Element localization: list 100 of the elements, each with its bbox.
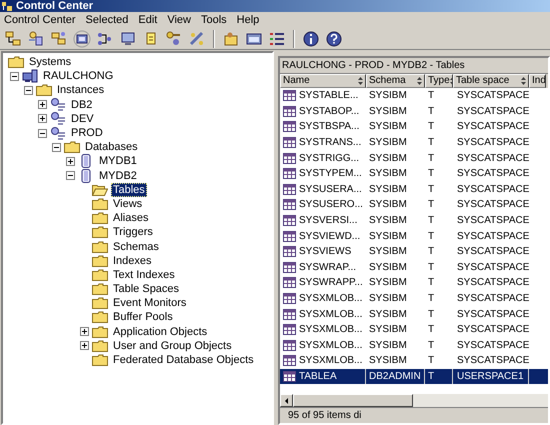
table-row[interactable]: SYSXMLOB... SYSIBM T SYSCATSPACE <box>280 290 548 306</box>
column-header[interactable]: Table space <box>453 74 529 88</box>
collapse-icon[interactable] <box>24 86 32 95</box>
tree-item[interactable]: Buffer Pools <box>111 310 175 324</box>
tree-item[interactable]: Application Objects <box>111 324 210 339</box>
table-icon <box>283 137 296 148</box>
table-row[interactable]: SYSUSERO... SYSIBM T SYSCATSPACE <box>280 197 548 213</box>
tools-icon[interactable] <box>188 30 206 48</box>
table-row[interactable]: SYSTBSPA... SYSIBM T SYSCATSPACE <box>280 119 548 135</box>
table-cell-text: SYSVIEWS <box>299 245 352 260</box>
object-path-header: RAULCHONG - PROD - MYDB2 - Tables <box>280 58 548 74</box>
info-icon[interactable] <box>302 30 320 48</box>
tree-item[interactable]: Table Spaces <box>111 282 182 296</box>
tree-item[interactable]: PROD <box>69 126 105 140</box>
table-cell-text: SYSIBM <box>369 89 407 104</box>
table-cell-text: T <box>428 136 434 150</box>
tree-item[interactable]: Event Monitors <box>111 296 188 310</box>
table-cell-text: T <box>428 338 434 353</box>
tree-item[interactable]: Systems <box>27 55 74 70</box>
tree-item[interactable]: Tables <box>111 182 147 197</box>
tree-item[interactable]: DB2 <box>69 98 94 112</box>
collapse-icon[interactable] <box>66 171 74 180</box>
table-cell-text: SYSCATSPACE <box>457 182 529 197</box>
scroll-thumb[interactable] <box>293 394 413 407</box>
expand-icon[interactable] <box>66 156 74 166</box>
column-header[interactable]: Ind <box>529 74 546 88</box>
table-row[interactable]: SYSTRIGG... SYSIBM T SYSCATSPACE <box>280 150 548 166</box>
table-cell-text: T <box>428 198 434 212</box>
collapse-icon[interactable] <box>38 128 46 138</box>
folder-icon <box>92 254 108 267</box>
column-header[interactable]: Name <box>280 74 366 88</box>
computer-icon <box>22 69 38 84</box>
table-cell-text: T <box>428 276 434 290</box>
table-row[interactable]: SYSXMLOB... SYSIBM T SYSCATSPACE <box>280 322 548 338</box>
menu-item[interactable]: Edit <box>138 13 158 27</box>
scroll-left-button[interactable] <box>280 394 293 407</box>
network-icon[interactable] <box>27 30 45 48</box>
folders-icon[interactable] <box>50 30 68 48</box>
tree-item[interactable]: Indexes <box>111 254 154 268</box>
tree-item[interactable]: Text Indexes <box>111 268 177 282</box>
folder-icon <box>92 226 108 238</box>
table-cell-text: T <box>428 323 434 338</box>
tree-item[interactable]: User and Group Objects <box>111 338 234 353</box>
monitor-icon[interactable] <box>119 30 137 48</box>
table-cell-text: SYSIBM <box>369 136 407 150</box>
tree-item[interactable]: Databases <box>83 140 140 154</box>
column-header[interactable]: Type <box>425 74 453 88</box>
table-row[interactable]: SYSWRAP... SYSIBM T SYSCATSPACE <box>280 260 548 276</box>
table-row[interactable]: SYSWRAPP... SYSIBM T SYSCATSPACE <box>280 275 548 291</box>
user-folder-icon[interactable] <box>222 30 240 48</box>
table-row[interactable]: SYSTABOP... SYSIBM T SYSCATSPACE <box>280 104 548 120</box>
table-row[interactable]: SYSUSERA... SYSIBM T SYSCATSPACE <box>280 182 548 198</box>
expand-icon[interactable] <box>80 327 88 336</box>
menu-item[interactable]: Tools <box>200 13 227 27</box>
table-row[interactable]: SYSVERSI... SYSIBM T SYSCATSPACE <box>280 212 548 228</box>
tree-item[interactable]: Triggers <box>111 225 155 240</box>
collapse-icon[interactable] <box>10 72 18 81</box>
tree-item[interactable]: Schemas <box>111 240 161 254</box>
table-row[interactable]: SYSTABLE... SYSIBM T SYSCATSPACE <box>280 88 548 104</box>
tree-item[interactable]: Aliases <box>111 211 150 226</box>
expand-icon[interactable] <box>38 114 46 124</box>
table-row[interactable]: SYSXMLOB... SYSIBM T SYSCATSPACE <box>280 353 548 369</box>
horizontal-scrollbar[interactable] <box>280 394 548 407</box>
table-row[interactable]: SYSVIEWD... SYSIBM T SYSCATSPACE <box>280 228 548 244</box>
column-header[interactable]: Schema <box>366 74 425 88</box>
key-user-icon[interactable] <box>165 30 183 48</box>
table-icon <box>283 370 296 382</box>
menu-item[interactable]: View <box>167 13 191 27</box>
table-row[interactable]: TABLEA DB2ADMIN T USERSPACE1 <box>280 368 548 384</box>
folder-tree-icon[interactable] <box>4 30 22 48</box>
table-cell-text: SYSUSERA... <box>299 182 362 197</box>
expand-icon[interactable] <box>38 100 46 110</box>
table-icon <box>283 246 296 258</box>
table-cell-text: SYSCATSPACE <box>457 260 529 275</box>
expand-icon[interactable] <box>80 341 88 350</box>
tree-item[interactable]: Federated Database Objects <box>111 353 256 368</box>
folder-icon <box>92 354 108 366</box>
table-icon <box>283 184 296 195</box>
tree-item[interactable]: MYDB2 <box>97 168 139 183</box>
table-row[interactable]: SYSXMLOB... SYSIBM T SYSCATSPACE <box>280 306 548 322</box>
collapse-icon[interactable] <box>52 142 60 152</box>
folder-icon <box>92 297 108 310</box>
table-row[interactable]: SYSVIEWS SYSIBM T SYSCATSPACE <box>280 244 548 260</box>
menu-item[interactable]: Help <box>236 13 260 27</box>
table-cell-text: SYSIBM <box>369 120 407 134</box>
table-icon <box>283 152 296 164</box>
table-cell-text: SYSCATSPACE <box>457 338 529 353</box>
tree-item[interactable]: DEV <box>69 112 96 126</box>
menu-item[interactable]: Selected <box>86 13 128 27</box>
command-window-icon[interactable] <box>73 30 91 48</box>
tree-item[interactable]: MYDB1 <box>97 154 139 168</box>
tree-item[interactable]: Instances <box>55 83 106 98</box>
tree-item[interactable]: Views <box>111 196 144 211</box>
folder-icon <box>36 84 52 96</box>
table-row[interactable]: SYSTYPEM... SYSIBM T SYSCATSPACE <box>280 166 548 182</box>
menu-item[interactable]: Control Center <box>4 13 76 27</box>
table-row[interactable]: SYSXMLOB... SYSIBM T SYSCATSPACE <box>280 338 548 354</box>
help-icon[interactable] <box>325 30 343 48</box>
tree-item[interactable]: RAULCHONG <box>41 69 116 84</box>
table-row[interactable]: SYSTRANS... SYSIBM T SYSCATSPACE <box>280 134 548 150</box>
